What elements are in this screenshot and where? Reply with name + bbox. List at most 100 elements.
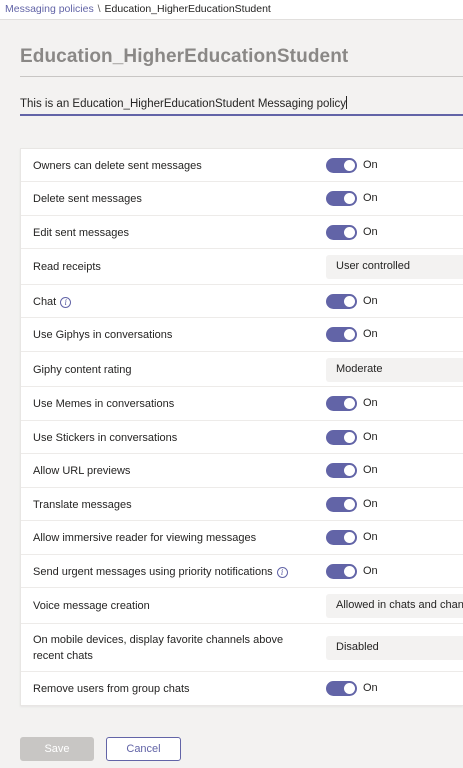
toggle-switch[interactable] [326, 191, 357, 206]
setting-label-text: Delete sent messages [33, 193, 142, 205]
setting-label: On mobile devices, display favorite chan… [33, 632, 283, 664]
setting-label: Remove users from group chats [33, 681, 190, 697]
toggle-switch[interactable] [326, 224, 357, 240]
setting-label-text: Allow immersive reader for viewing messa… [33, 532, 257, 544]
save-button[interactable]: Save [20, 737, 94, 761]
toggle-switch[interactable] [326, 327, 357, 342]
breadcrumb-current: Education_HigherEducationStudent [104, 3, 271, 15]
info-icon[interactable]: i [60, 296, 72, 308]
setting-row-owners-can-delete-sent-messages: Owners can delete sent messages On [21, 149, 463, 182]
setting-row-voice-message-creation: Voice message creation Allowed in chats a… [21, 588, 463, 624]
toggle-state-text: On [363, 294, 378, 307]
description-field[interactable]: This is an Education_HigherEducationStud… [20, 94, 463, 116]
toggle-state-text: On [363, 464, 378, 476]
toggle-state-text: On [363, 430, 378, 443]
setting-label-text: Read receipts [33, 261, 101, 273]
toggle-knob [344, 295, 355, 307]
toggle-state-text: On [363, 497, 378, 510]
toggle-knob [344, 193, 355, 204]
setting-row-translate-messages: Translate messages On [21, 488, 463, 521]
toggle-knob [344, 532, 355, 543]
settings-card: Owners can delete sent messages On Delete … [20, 148, 463, 706]
toggle-switch[interactable] [326, 496, 357, 512]
setting-label: Use Memes in conversations [33, 396, 174, 412]
setting-row-chat: Chat i On [21, 285, 463, 318]
dropdown-select[interactable]: User controlled [326, 255, 463, 279]
setting-label: Voice message creation [33, 598, 150, 614]
setting-label-text: Send urgent messages using priority noti… [33, 565, 273, 578]
setting-label: Chat i [33, 294, 72, 310]
setting-label: Owners can delete sent messages [33, 158, 202, 174]
setting-row-delete-sent-messages: Delete sent messages On [21, 182, 463, 216]
toggle-knob [344, 683, 355, 694]
breadcrumb-link-messaging-policies[interactable]: Messaging policies [5, 3, 94, 15]
dropdown-select[interactable]: Moderate [326, 357, 463, 382]
text-caret [346, 96, 348, 109]
setting-row-use-giphys-in-conversations: Use Giphys in conversations On [21, 318, 463, 352]
cancel-button[interactable]: Cancel [106, 737, 181, 761]
dropdown-select[interactable]: Allowed in chats and channels [326, 594, 463, 618]
toggle-state-text: On [363, 682, 378, 694]
policy-edit-page: Messaging policies \ Education_HigherEdu… [0, 0, 463, 768]
description-text: This is an Education_HigherEducationStud… [20, 98, 347, 110]
toggle-state-text: On [363, 192, 378, 204]
page-title: Education_HigherEducationStudent [20, 46, 349, 67]
setting-label-text: Use Memes in conversations [33, 398, 175, 410]
setting-label-text: Chat [33, 295, 57, 308]
setting-label: Delete sent messages [33, 191, 142, 207]
breadcrumb-separator: \ [97, 3, 101, 15]
toggle-knob [344, 565, 355, 577]
toggle-knob [344, 159, 355, 171]
toggle-state-text: On [363, 531, 378, 543]
toggle-switch[interactable] [326, 293, 357, 309]
setting-row-use-stickers-in-conversations: Use Stickers in conversations On [21, 421, 463, 454]
setting-label-text: Allow URL previews [33, 465, 131, 477]
setting-row-send-urgent-messages-using-priority-noti: Send urgent messages using priority noti… [21, 555, 463, 588]
setting-row-use-memes-in-conversations: Use Memes in conversations On [21, 387, 463, 421]
setting-row-giphy-content-rating: Giphy content rating Moderate [21, 352, 463, 387]
toggle-state-text: On [363, 564, 378, 577]
setting-label-text: Giphy content rating [33, 363, 132, 376]
toggle-state-text: On [363, 158, 378, 171]
toggle-switch[interactable] [326, 681, 357, 696]
toggle-knob [344, 329, 355, 340]
setting-label: Send urgent messages using priority noti… [33, 564, 288, 580]
toggle-switch[interactable] [326, 530, 357, 545]
setting-label: Read receipts [33, 259, 101, 275]
setting-label-text: On mobile devices, display favorite chan… [33, 634, 284, 646]
setting-label-text: Remove users from group chats [33, 683, 190, 695]
setting-label: Use Giphys in conversations [33, 327, 172, 343]
setting-label-text: Voice message creation [33, 600, 150, 612]
setting-label-text: Owners can delete sent messages [33, 159, 202, 172]
toggle-switch[interactable] [326, 463, 357, 478]
setting-row-edit-sent-messages: Edit sent messages On [21, 216, 463, 249]
toggle-knob [344, 398, 355, 409]
setting-label: Edit sent messages [33, 225, 129, 241]
setting-label-text: Use Giphys in conversations [33, 329, 173, 341]
toggle-knob [344, 498, 355, 510]
toggle-state-text: On [363, 328, 378, 340]
setting-label-text: Use Stickers in conversations [33, 431, 178, 444]
setting-label-text: Translate messages [33, 498, 132, 511]
toggle-knob [344, 431, 355, 443]
setting-row-remove-users-from-group-chats: Remove users from group chats On [21, 672, 463, 706]
toggle-state-text: On [363, 397, 378, 409]
dropdown-select[interactable]: Disabled [326, 636, 463, 660]
info-icon[interactable]: i [276, 566, 288, 578]
toggle-state-text: On [363, 225, 378, 238]
toggle-knob [344, 465, 355, 476]
setting-label: Allow URL previews [33, 463, 130, 479]
toggle-switch[interactable] [326, 396, 357, 411]
setting-row-allow-url-previews: Allow URL previews On [21, 454, 463, 488]
title-underline [20, 76, 463, 77]
setting-label: Allow immersive reader for viewing messa… [33, 530, 256, 546]
toggle-switch[interactable] [326, 563, 357, 579]
setting-row-on-mobile-devices-display-favorite-chann: On mobile devices, display favorite chan… [21, 624, 463, 672]
setting-row-read-receipts: Read receipts User controlled [21, 249, 463, 285]
setting-row-allow-immersive-reader-for-viewing-messa: Allow immersive reader for viewing messa… [21, 521, 463, 555]
setting-label: Translate messages [33, 497, 132, 513]
toggle-switch[interactable] [326, 157, 357, 173]
setting-label: Giphy content rating [33, 362, 131, 378]
breadcrumb: Messaging policies \ Education_HigherEdu… [0, 0, 463, 20]
toggle-switch[interactable] [326, 429, 357, 445]
